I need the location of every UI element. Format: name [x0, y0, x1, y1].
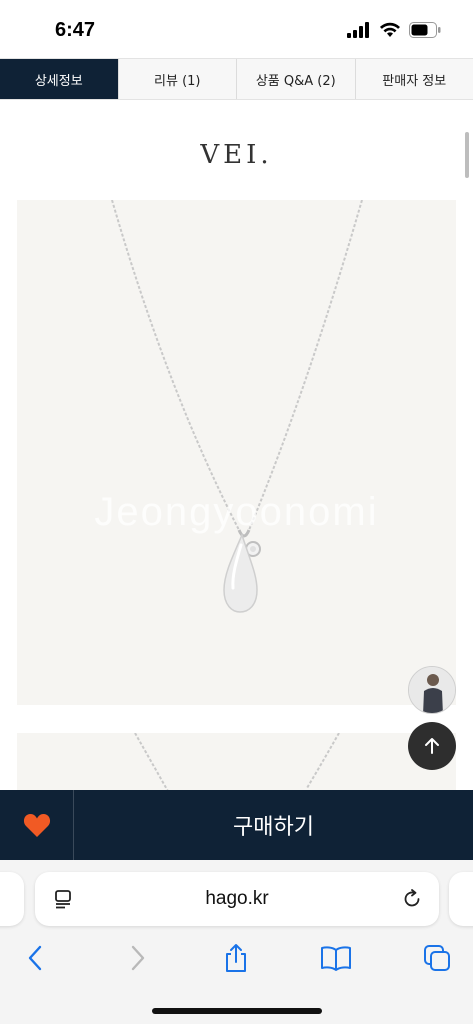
wishlist-button[interactable] — [0, 790, 74, 860]
tab-reviews[interactable]: 리뷰 (1) — [117, 59, 236, 99]
necklace-illustration-second — [134, 732, 340, 790]
product-image: Jeongyoonomi — [17, 199, 456, 705]
safari-nav-toolbar — [0, 938, 473, 978]
arrow-up-icon — [425, 738, 439, 754]
tab-seller-info[interactable]: 판매자 정보 — [354, 59, 473, 99]
purchase-bar: 구매하기 — [0, 790, 473, 860]
battery-icon — [409, 22, 441, 38]
address-bar[interactable]: hago.kr — [35, 872, 439, 926]
forward-icon — [131, 945, 145, 971]
tabs-icon — [424, 945, 450, 971]
share-icon — [226, 944, 246, 972]
forward-button[interactable] — [117, 938, 157, 978]
bookmarks-button[interactable] — [316, 938, 356, 978]
bookmarks-icon — [321, 946, 351, 971]
product-detail-content[interactable]: VEI. Jeongyoonomi — [0, 100, 473, 790]
buy-button[interactable]: 구매하기 — [74, 790, 473, 860]
watermark-text: Jeongyoonomi — [94, 490, 379, 534]
tabs-button[interactable] — [417, 938, 457, 978]
detail-tabs: 상세정보 리뷰 (1) 상품 Q&A (2) 판매자 정보 — [0, 58, 473, 100]
heart-icon — [23, 814, 50, 837]
url-text: hago.kr — [205, 888, 269, 909]
necklace-illustration — [111, 199, 363, 613]
wifi-icon — [380, 22, 400, 37]
status-icons — [347, 22, 441, 38]
back-icon — [28, 945, 42, 971]
browser-toolbar: hago.kr — [0, 860, 473, 1024]
status-bar: 6:47 — [0, 0, 473, 58]
next-tab-peek[interactable] — [449, 872, 473, 926]
back-button[interactable] — [16, 938, 56, 978]
signal-icon — [347, 22, 369, 38]
reload-icon[interactable] — [401, 888, 423, 914]
tab-qna[interactable]: 상품 Q&A (2) — [236, 59, 355, 99]
model-photo-icon — [409, 667, 455, 713]
brand-logo: VEI. — [200, 140, 273, 170]
model-thumbnail-button[interactable] — [408, 666, 456, 714]
product-image-second — [17, 732, 456, 790]
tab-details[interactable]: 상세정보 — [0, 59, 118, 99]
scrollbar[interactable] — [465, 132, 469, 178]
status-time: 6:47 — [55, 19, 96, 41]
scroll-to-top-button[interactable] — [408, 722, 456, 770]
share-button[interactable] — [216, 938, 256, 978]
home-indicator — [152, 1008, 322, 1014]
previous-tab-peek[interactable] — [0, 872, 24, 926]
